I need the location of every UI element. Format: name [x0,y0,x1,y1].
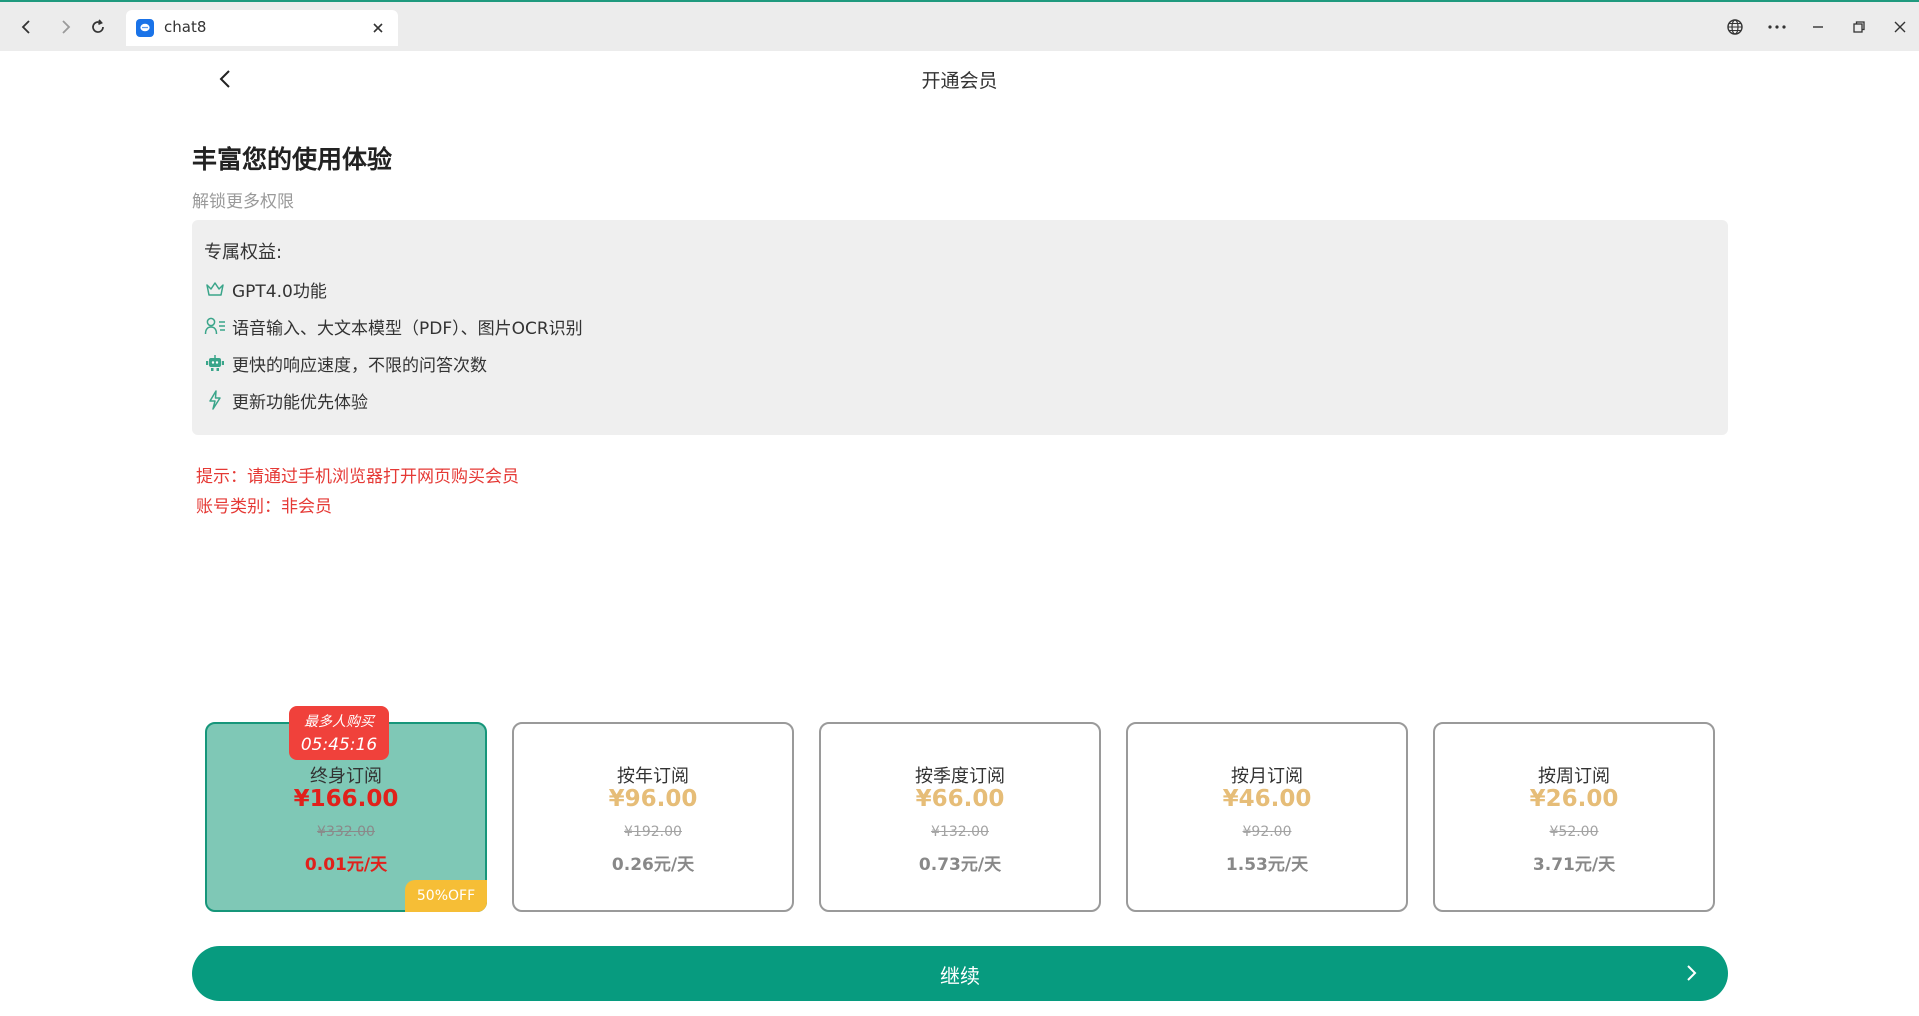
reload-icon[interactable] [86,15,110,39]
plan-daily-price: 0.73元/天 [918,855,1002,875]
benefit-item: 语音输入、大文本模型（PDF）、图片OCR识别 [204,313,583,339]
robot-icon [204,352,226,374]
plan-original-price: ¥132.00 [931,824,989,840]
plan-original-price: ¥52.00 [1549,824,1599,840]
plan-daily-price: 0.01元/天 [304,855,388,875]
benefit-item: 更新功能优先体验 [204,387,368,413]
benefit-label: 更快的响应速度，不限的问答次数 [232,355,487,376]
plan-name: 按季度订阅 [915,766,1005,787]
plan-card-lifetime[interactable]: 最多人购买 05:45:16 终身订阅 ¥166.00 ¥332.00 0.01… [205,706,487,912]
tab-title: chat8 [164,18,207,36]
plan-card-monthly[interactable]: 按月订阅 ¥46.00 ¥92.00 1.53元/天 [1126,722,1408,912]
plan-price: ¥96.00 [608,786,698,812]
browser-toolbar: chat8 [0,0,1919,51]
plan-name: 按月订阅 [1231,766,1303,787]
forward-icon[interactable] [54,15,78,39]
minimize-icon[interactable] [1805,15,1831,39]
benefit-item: 更快的响应速度，不限的问答次数 [204,350,487,376]
subline: 解锁更多权限 [192,192,294,212]
benefit-label: 语音输入、大文本模型（PDF）、图片OCR识别 [232,318,583,339]
plan-card-yearly[interactable]: 按年订阅 ¥96.00 ¥192.00 0.26元/天 [512,722,794,912]
window-close-icon[interactable] [1887,15,1913,39]
plan-name: 终身订阅 [310,766,382,787]
chevron-right-icon [1678,960,1704,986]
browser-tab[interactable]: chat8 [126,10,398,46]
lightning-icon [204,389,226,411]
benefit-label: 更新功能优先体验 [232,392,368,413]
continue-button[interactable]: 继续 [192,946,1728,1001]
plan-card-weekly[interactable]: 按周订阅 ¥26.00 ¥52.00 3.71元/天 [1433,722,1715,912]
more-icon[interactable] [1764,15,1790,39]
account-type: 账号类别：非会员 [196,497,332,517]
plan-price: ¥46.00 [1222,786,1312,812]
badge-label: 最多人购买 [304,714,374,730]
plan-original-price: ¥332.00 [317,824,375,840]
plan-price: ¥66.00 [915,786,1005,812]
plan-card-quarterly[interactable]: 按季度订阅 ¥66.00 ¥132.00 0.73元/天 [819,722,1101,912]
plan-price: ¥166.00 [293,786,399,812]
countdown-timer: 05:45:16 [300,735,378,755]
benefits-panel: 专属权益: GPT4.0功能 语音输入、大文本模型（PDF）、图片OCR识别 更… [192,220,1728,435]
plan-original-price: ¥192.00 [624,824,682,840]
page-title: 开通会员 [921,70,998,92]
popular-badge: 最多人购买 05:45:16 [289,706,389,760]
headline: 丰富您的使用体验 [192,145,393,174]
chat-favicon [136,19,154,37]
plan-name: 按周订阅 [1538,766,1610,787]
plan-daily-price: 0.26元/天 [611,855,695,875]
user-list-icon [204,315,226,337]
plan-daily-price: 1.53元/天 [1225,855,1309,875]
benefit-label: GPT4.0功能 [232,281,327,302]
benefits-title: 专属权益: [204,242,283,263]
discount-tag: 50%OFF [405,880,487,912]
close-icon[interactable] [366,16,390,40]
plan-name: 按年订阅 [617,766,689,787]
plan-price: ¥26.00 [1529,786,1619,812]
plan-daily-price: 3.71元/天 [1532,855,1616,875]
crown-icon [204,278,226,300]
back-icon[interactable] [14,15,38,39]
restore-icon[interactable] [1846,15,1872,39]
benefit-item: GPT4.0功能 [204,276,327,302]
globe-icon[interactable] [1722,15,1748,39]
plan-original-price: ¥92.00 [1242,824,1292,840]
continue-label: 继续 [940,964,980,988]
purchase-tip: 提示：请通过手机浏览器打开网页购买会员 [196,467,519,487]
